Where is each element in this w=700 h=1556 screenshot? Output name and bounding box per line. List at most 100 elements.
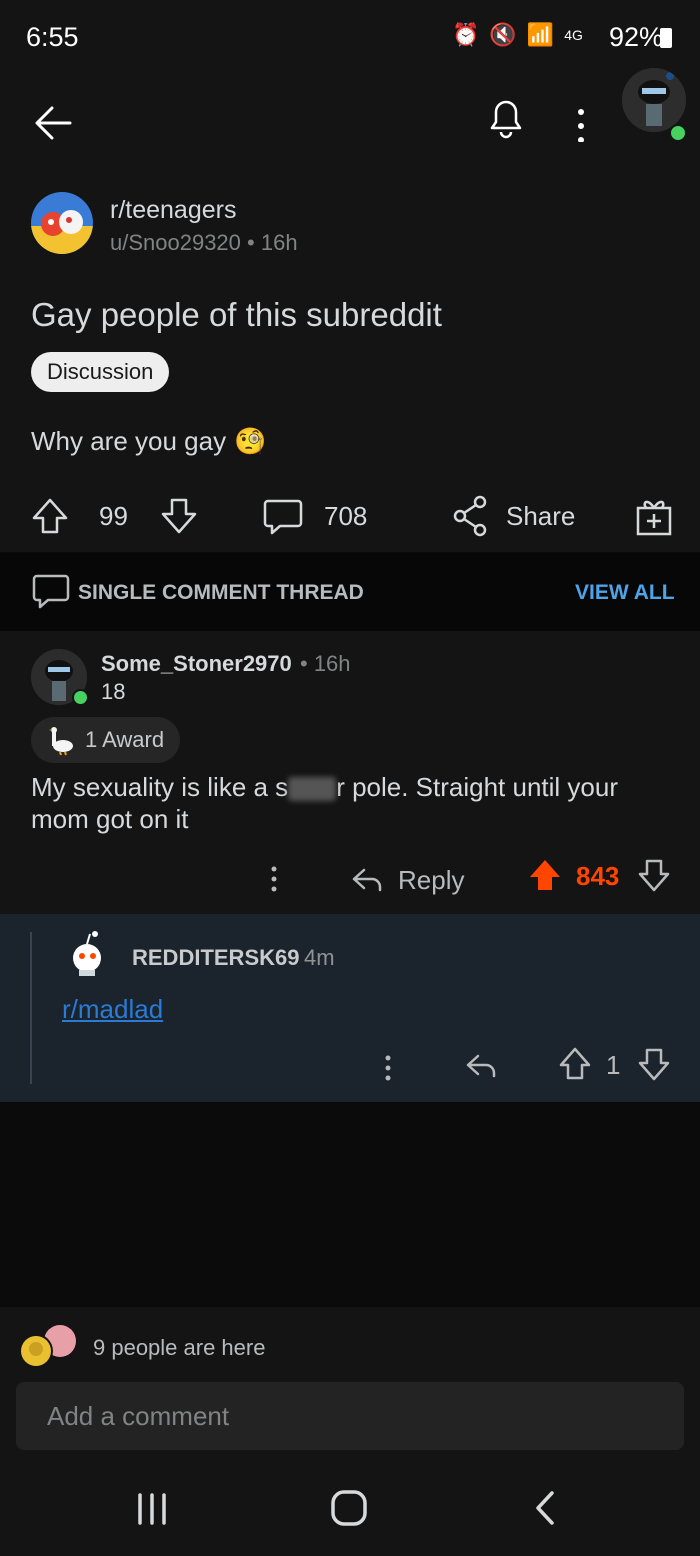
comment-body: My sexuality is like a sr pole. Straight… <box>31 771 676 835</box>
reply-arrow-icon <box>352 868 382 892</box>
bottom-bar: 9 people are here Add a comment <box>0 1307 700 1469</box>
subreddit-icon[interactable] <box>31 192 93 254</box>
recent-apps-button[interactable] <box>134 1489 170 1529</box>
post-actions: 99 708 Share <box>0 486 700 546</box>
add-comment-input[interactable]: Add a comment <box>16 1382 684 1450</box>
wifi-icon: 📶 <box>526 22 555 47</box>
reply-reply-button[interactable] <box>464 1048 498 1082</box>
downvote-arrow-icon <box>161 498 197 534</box>
share-label: Share <box>506 501 576 531</box>
alarm-icon: ⏰ <box>452 22 480 47</box>
reply-actions: 1 <box>0 1044 700 1094</box>
award-label: 1 Award <box>85 727 165 752</box>
view-all-button[interactable]: VIEW ALL <box>575 581 675 605</box>
empty-area <box>0 1102 700 1307</box>
award-button[interactable] <box>634 494 674 538</box>
single-thread-bar: SINGLE COMMENT THREAD VIEW ALL <box>0 553 700 631</box>
app-header <box>0 68 700 167</box>
snoo-avatar-icon <box>622 68 686 132</box>
post-vote-count: 99 <box>99 501 128 531</box>
comment-downvote-button[interactable] <box>637 857 671 893</box>
comments-button[interactable] <box>262 496 304 538</box>
reply-age: 4m <box>304 945 335 970</box>
kebab-menu-icon <box>578 109 584 142</box>
presence-avatars <box>16 1321 80 1371</box>
reply-arrow-icon <box>466 1054 496 1078</box>
home-icon <box>331 1490 367 1526</box>
snoo-default-avatar-icon <box>73 931 101 976</box>
chevron-left-icon <box>536 1491 554 1525</box>
downvote-arrow-icon <box>638 1048 670 1081</box>
post-body-text: Why are you gay <box>31 426 227 456</box>
thread-comment-icon <box>31 572 71 612</box>
upvote-button[interactable] <box>30 496 70 536</box>
subreddit-name[interactable]: r/teenagers <box>110 196 236 225</box>
comment-age: • 16h <box>300 651 351 676</box>
comment-bubble-icon <box>263 499 303 535</box>
downvote-arrow-icon <box>638 859 670 892</box>
more-options-button[interactable] <box>566 92 596 142</box>
mute-icon: 🔇 <box>489 22 517 47</box>
presence-avatars-icon <box>19 1325 76 1368</box>
status-bar: 6:55 ⏰ 🔇 📶 4G 92% <box>0 0 700 76</box>
reply-link[interactable]: r/madlad <box>62 994 163 1025</box>
reply-avatar[interactable] <box>62 928 112 978</box>
recent-apps-icon <box>138 1493 166 1525</box>
back-arrow-icon <box>35 106 72 140</box>
comment-body-start: My sexuality is like a s <box>31 772 289 802</box>
post-author[interactable]: u/Snoo29320 <box>110 230 241 255</box>
upvote-arrow-icon <box>32 498 68 534</box>
post-body: Why are you gay 🧐 <box>31 426 266 457</box>
single-thread-label: SINGLE COMMENT THREAD <box>78 581 364 604</box>
online-status-dot <box>669 124 687 142</box>
commenter-flair: 18 <box>101 679 126 704</box>
kebab-menu-icon <box>385 1055 391 1081</box>
kebab-menu-icon <box>271 866 277 892</box>
comment-actions: Reply 843 <box>0 853 700 903</box>
comment-more-button[interactable] <box>262 859 286 899</box>
gift-icon <box>636 500 672 536</box>
goose-award-icon <box>49 727 73 756</box>
monocle-face-emoji: 🧐 <box>234 426 267 456</box>
comment-count: 708 <box>324 501 368 531</box>
comment-upvote-button[interactable] <box>527 857 563 893</box>
bell-icon <box>490 100 522 139</box>
teenagers-community-icon <box>31 192 93 254</box>
share-icon <box>453 495 487 537</box>
award-chip[interactable]: 1 Award <box>31 717 181 763</box>
status-icons: ⏰ 🔇 📶 4G <box>452 22 583 48</box>
reply-upvote-button[interactable] <box>558 1046 592 1082</box>
network-label: 4G <box>564 27 583 43</box>
reply-button[interactable]: Reply <box>350 859 480 899</box>
upvote-arrow-filled-icon <box>530 860 560 890</box>
post-card: r/teenagers u/Snoo29320 • 16h Gay people… <box>0 166 700 552</box>
reply-card: REDDITERSK69 4m r/madlad 1 <box>0 914 700 1102</box>
post-title: Gay people of this subreddit <box>31 296 442 333</box>
post-flair[interactable]: Discussion <box>31 352 170 392</box>
back-button[interactable] <box>28 98 78 148</box>
reply-label: Reply <box>398 865 465 895</box>
commenter-online-dot <box>72 689 89 706</box>
upvote-arrow-icon <box>559 1047 591 1080</box>
battery-percent: 92% <box>609 22 664 52</box>
comment-score: 843 <box>576 861 620 891</box>
android-nav-bar <box>0 1469 700 1556</box>
user-avatar[interactable] <box>622 68 686 132</box>
reply-more-button[interactable] <box>376 1048 400 1088</box>
share-button[interactable]: Share <box>450 494 590 538</box>
presence-text: 9 people are here <box>93 1335 266 1360</box>
censored-word <box>288 777 337 802</box>
reply-downvote-button[interactable] <box>637 1046 671 1082</box>
notifications-button[interactable] <box>484 92 528 142</box>
home-button[interactable] <box>328 1487 370 1529</box>
status-time: 6:55 <box>26 22 79 52</box>
reply-username[interactable]: REDDITERSK69 <box>132 945 299 971</box>
battery-icon <box>660 28 672 48</box>
post-age: 16h <box>260 230 298 255</box>
system-back-button[interactable] <box>528 1487 562 1529</box>
commenter-username[interactable]: Some_Stoner2970 <box>101 651 292 677</box>
post-meta: u/Snoo29320 • 16h <box>110 230 298 255</box>
downvote-button[interactable] <box>159 496 199 536</box>
comment-card: Some_Stoner2970 • 16h 18 1 Award My sexu… <box>0 631 700 914</box>
reply-score: 1 <box>606 1050 621 1080</box>
